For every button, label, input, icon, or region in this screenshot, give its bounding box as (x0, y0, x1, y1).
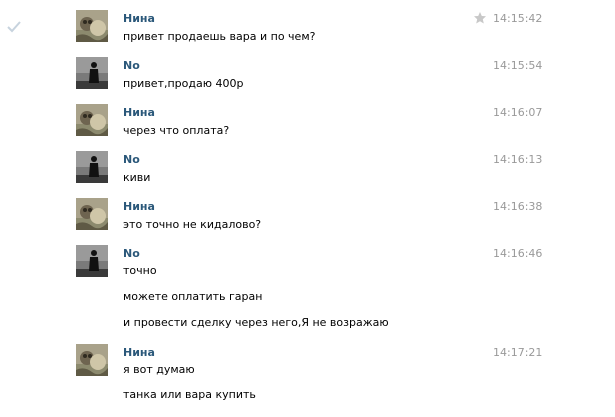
avatar[interactable] (76, 344, 108, 376)
avatar[interactable] (76, 104, 108, 136)
check-icon[interactable] (6, 19, 22, 35)
author-name[interactable]: No (123, 247, 140, 261)
avatar[interactable] (76, 245, 108, 277)
message-time: 14:16:07 (493, 106, 543, 119)
message-time: 14:16:46 (493, 247, 543, 260)
message-history: Нина 14:15:42 привет продаешь вара и по … (0, 0, 615, 417)
message-text: киви (123, 171, 151, 184)
message-text: привет продаешь вара и по чем? (123, 30, 316, 43)
message-text: это точно не кидалово? (123, 218, 262, 231)
message-text: через что оплата? (123, 124, 230, 137)
author-name[interactable]: Нина (123, 12, 155, 26)
message-text: привет,продаю 400р (123, 77, 244, 90)
message-time: 14:16:13 (493, 153, 543, 166)
message-text: танка или вара купить (123, 388, 256, 401)
author-name[interactable]: No (123, 153, 140, 167)
message-time: 14:15:54 (493, 59, 543, 72)
message-time: 14:15:42 (493, 12, 543, 25)
star-icon[interactable] (473, 11, 487, 25)
avatar[interactable] (76, 198, 108, 230)
avatar[interactable] (76, 57, 108, 89)
message-time: 14:17:21 (493, 346, 543, 359)
message-text: точно (123, 264, 157, 277)
message-time: 14:16:38 (493, 200, 543, 213)
message-text: я вот думаю (123, 363, 195, 376)
message-text: и провести сделку через него,Я не возраж… (123, 316, 389, 329)
author-name[interactable]: No (123, 59, 140, 73)
avatar[interactable] (76, 151, 108, 183)
avatar[interactable] (76, 10, 108, 42)
author-name[interactable]: Нина (123, 106, 155, 120)
author-name[interactable]: Нина (123, 346, 155, 360)
author-name[interactable]: Нина (123, 200, 155, 214)
message-text: можете оплатить гаран (123, 290, 263, 303)
